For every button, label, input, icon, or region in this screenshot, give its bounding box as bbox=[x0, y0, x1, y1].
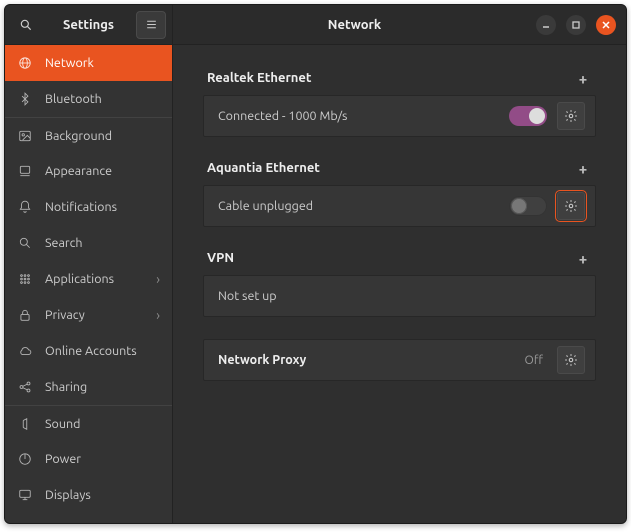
minimize-button[interactable] bbox=[536, 15, 556, 35]
section-header: VPN + bbox=[203, 249, 596, 275]
sidebar: Network Bluetooth Background Appearance Noti… bbox=[5, 45, 173, 523]
panel-row: Connected - 1000 Mb/s bbox=[204, 96, 595, 136]
panel: Connected - 1000 Mb/s bbox=[203, 95, 596, 137]
add-button[interactable]: + bbox=[574, 249, 592, 267]
sidebar-item-label: Notifications bbox=[45, 200, 160, 214]
section-header: Aquantia Ethernet + bbox=[203, 159, 596, 185]
power-icon bbox=[17, 451, 33, 467]
sidebar-item-appearance[interactable]: Appearance bbox=[5, 153, 172, 189]
toggle-switch[interactable] bbox=[509, 106, 547, 126]
sound-icon bbox=[17, 416, 33, 432]
sidebar-item-displays[interactable]: Displays bbox=[5, 477, 172, 513]
sidebar-item-search[interactable]: Search bbox=[5, 225, 172, 261]
sidebar-title: Settings bbox=[41, 18, 136, 32]
search-button[interactable] bbox=[11, 10, 41, 40]
row-label: Cable unplugged bbox=[218, 199, 499, 213]
chevron-right-icon: › bbox=[156, 271, 160, 287]
globe-icon bbox=[17, 55, 33, 71]
section-title: VPN bbox=[207, 251, 234, 265]
window-controls bbox=[536, 15, 626, 35]
sidebar-item-notifications[interactable]: Notifications bbox=[5, 189, 172, 225]
sidebar-item-applications[interactable]: Applications › bbox=[5, 261, 172, 297]
content-area: Realtek Ethernet + Connected - 1000 Mb/s Aq… bbox=[173, 45, 626, 523]
sidebar-item-label: Bluetooth bbox=[45, 92, 160, 106]
panel: Cable unplugged bbox=[203, 185, 596, 227]
panel: Not set up bbox=[203, 275, 596, 317]
sidebar-item-online-accounts[interactable]: Online Accounts bbox=[5, 333, 172, 369]
add-button[interactable]: + bbox=[574, 159, 592, 177]
panel: Network Proxy Off bbox=[203, 339, 596, 381]
row-label: Network Proxy bbox=[218, 353, 515, 367]
chevron-right-icon: › bbox=[156, 307, 160, 323]
grid-icon bbox=[17, 271, 33, 287]
settings-gear-button[interactable] bbox=[557, 192, 585, 220]
image-icon bbox=[17, 128, 33, 144]
sidebar-item-sound[interactable]: Sound bbox=[5, 405, 172, 441]
toggle-switch[interactable] bbox=[509, 196, 547, 216]
sidebar-item-label: Background bbox=[45, 129, 160, 143]
titlebar: Settings Network bbox=[5, 5, 626, 45]
add-button[interactable]: + bbox=[574, 69, 592, 87]
sidebar-item-label: Sharing bbox=[45, 380, 160, 394]
sidebar-item-bluetooth[interactable]: Bluetooth bbox=[5, 81, 172, 117]
hamburger-menu-button[interactable] bbox=[136, 11, 166, 39]
sidebar-item-label: Search bbox=[45, 236, 160, 250]
sidebar-item-mouse[interactable]: Mouse & Touchpad bbox=[5, 513, 172, 523]
settings-gear-button[interactable] bbox=[557, 102, 585, 130]
share-icon bbox=[17, 379, 33, 395]
section-title: Aquantia Ethernet bbox=[207, 161, 320, 175]
sidebar-item-label: Displays bbox=[45, 488, 160, 502]
row-status: Off bbox=[525, 354, 543, 367]
sidebar-item-label: Online Accounts bbox=[45, 344, 160, 358]
sidebar-item-privacy[interactable]: Privacy › bbox=[5, 297, 172, 333]
page-title: Network bbox=[173, 18, 536, 32]
panel-row: Cable unplugged bbox=[204, 186, 595, 226]
cloud-icon bbox=[17, 343, 33, 359]
appearance-icon bbox=[17, 163, 33, 179]
sidebar-item-label: Network bbox=[45, 56, 160, 70]
sidebar-item-network[interactable]: Network bbox=[5, 45, 172, 81]
display-icon bbox=[17, 487, 33, 503]
row-label: Not set up bbox=[218, 289, 585, 303]
panel-row: Network Proxy Off bbox=[204, 340, 595, 380]
sidebar-item-power[interactable]: Power bbox=[5, 441, 172, 477]
panel-row: Not set up bbox=[204, 276, 595, 316]
sidebar-item-label: Privacy bbox=[45, 308, 144, 322]
sidebar-item-sharing[interactable]: Sharing bbox=[5, 369, 172, 405]
row-label: Connected - 1000 Mb/s bbox=[218, 109, 499, 123]
bluetooth-icon bbox=[17, 91, 33, 107]
lock-icon bbox=[17, 307, 33, 323]
maximize-button[interactable] bbox=[566, 15, 586, 35]
settings-gear-button[interactable] bbox=[557, 346, 585, 374]
sidebar-item-label: Sound bbox=[45, 417, 160, 431]
section-title: Realtek Ethernet bbox=[207, 71, 312, 85]
sidebar-item-label: Appearance bbox=[45, 164, 160, 178]
titlebar-left: Settings bbox=[5, 5, 173, 44]
sidebar-item-background[interactable]: Background bbox=[5, 117, 172, 153]
sidebar-item-label: Applications bbox=[45, 272, 144, 286]
sidebar-item-label: Power bbox=[45, 452, 160, 466]
section-header: Realtek Ethernet + bbox=[203, 69, 596, 95]
search-icon bbox=[17, 235, 33, 251]
settings-window: Settings Network Network Bluetooth Backgro… bbox=[4, 4, 627, 524]
close-button[interactable] bbox=[596, 15, 616, 35]
bell-icon bbox=[17, 199, 33, 215]
